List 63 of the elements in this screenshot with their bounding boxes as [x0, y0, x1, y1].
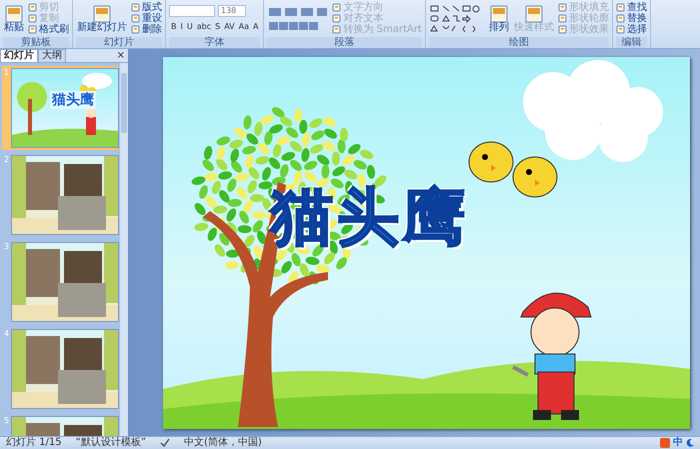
- document-icon: [332, 14, 342, 23]
- group-label: 绘图: [428, 37, 609, 48]
- document-icon: [332, 25, 342, 34]
- document-icon: [558, 14, 567, 23]
- language-label: 中文(简体，中国): [184, 437, 262, 449]
- ribbon-button[interactable]: 重设: [131, 13, 162, 24]
- ribbon-button[interactable]: 选择: [616, 24, 647, 35]
- document-icon: [131, 3, 140, 12]
- slide-title: 猫头鹰: [50, 91, 96, 109]
- document-icon: [616, 25, 625, 34]
- group-label: 幻灯片: [76, 37, 162, 48]
- ribbon-button[interactable]: 新建幻灯片: [76, 4, 128, 32]
- group-label: 字体: [169, 37, 260, 48]
- document-icon: [5, 4, 23, 22]
- panel-tab[interactable]: 幻灯片: [0, 49, 38, 62]
- format-button[interactable]: U: [184, 22, 195, 31]
- font-size-field[interactable]: 138: [218, 5, 246, 17]
- input-method-icon: [660, 438, 670, 448]
- document-icon: [93, 4, 111, 22]
- slide-counter: 幻灯片 1/15: [6, 437, 62, 449]
- ime-indicator[interactable]: 中: [673, 437, 683, 449]
- format-button[interactable]: B: [169, 22, 178, 31]
- slide-number: 1: [4, 68, 10, 77]
- slide-number: 4: [4, 329, 10, 338]
- close-button[interactable]: ×: [114, 50, 128, 61]
- spellcheck-icon: [160, 438, 170, 448]
- ribbon-button[interactable]: 删除: [131, 24, 162, 35]
- format-button[interactable]: A: [251, 22, 260, 31]
- font-name-field[interactable]: [169, 5, 215, 17]
- document-icon: [558, 3, 567, 12]
- document-icon: [28, 25, 37, 34]
- format-button[interactable]: Aa: [236, 22, 251, 31]
- ribbon-button[interactable]: 查找: [616, 2, 647, 13]
- document-icon: [131, 25, 140, 34]
- document-icon: [490, 4, 508, 22]
- format-button[interactable]: abc: [194, 22, 214, 31]
- ribbon-button[interactable]: 版式: [131, 2, 162, 13]
- document-icon: [131, 14, 140, 23]
- group-label: 段落: [267, 37, 422, 48]
- ribbon-button[interactable]: 替换: [616, 13, 647, 24]
- slide-number: 3: [4, 242, 10, 251]
- ribbon-button[interactable]: 排列: [488, 4, 510, 32]
- ribbon-button[interactable]: 粘贴: [3, 4, 25, 32]
- theme-name: “默认设计模板”: [76, 437, 146, 449]
- panel-tab[interactable]: 大纲: [38, 49, 66, 62]
- slide-thumbnail[interactable]: 1 猫头鹰: [2, 66, 118, 150]
- format-button[interactable]: AV: [222, 22, 237, 31]
- group-label: 剪贴板: [3, 37, 69, 48]
- document-icon: [616, 3, 625, 12]
- document-icon: [28, 14, 37, 23]
- document-icon: [332, 3, 342, 12]
- document-icon: [524, 4, 543, 22]
- moon-icon: [686, 439, 694, 447]
- format-button[interactable]: I: [178, 22, 185, 31]
- group-label: 编辑: [616, 37, 647, 48]
- slide-number: 5: [4, 416, 10, 425]
- document-icon: [616, 14, 625, 23]
- document-icon: [28, 3, 37, 12]
- ribbon-button[interactable]: 格式刷: [28, 24, 69, 35]
- format-button[interactable]: S: [213, 22, 222, 31]
- slide-number: 2: [4, 155, 10, 164]
- scrollbar[interactable]: [120, 63, 128, 436]
- document-icon: [558, 25, 567, 34]
